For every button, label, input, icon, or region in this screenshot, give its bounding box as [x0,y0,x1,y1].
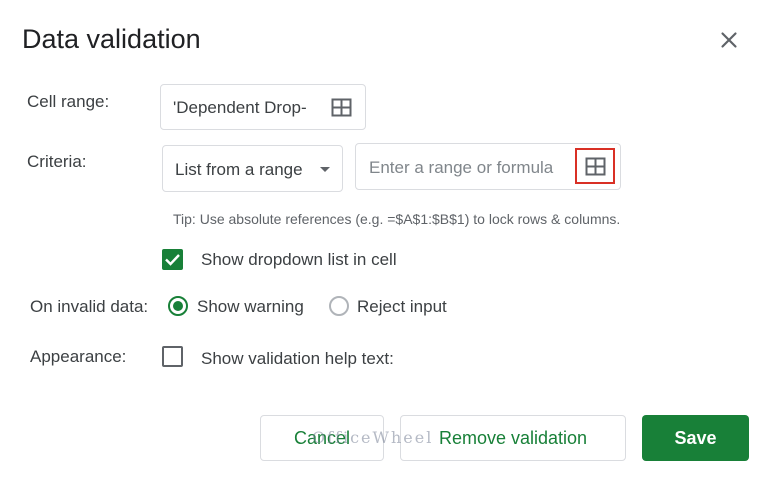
show-dropdown-checkbox[interactable] [162,249,183,270]
grid-select-icon[interactable] [585,156,606,177]
show-dropdown-label: Show dropdown list in cell [201,250,397,269]
reject-input-radio[interactable] [329,296,349,316]
save-button[interactable]: Save [642,415,749,461]
appearance-label: Appearance: [30,347,127,366]
show-warning-radio[interactable] [168,296,188,316]
criteria-range-placeholder: Enter a range or formula [369,158,554,177]
help-text-label: Show validation help text: [201,349,394,368]
invalid-data-label: On invalid data: [30,297,149,316]
close-icon[interactable] [716,27,742,53]
caret-down-icon [320,167,330,172]
criteria-range-input[interactable]: Enter a range or formula [355,143,621,190]
reject-input-label[interactable]: Reject input [357,297,447,317]
help-text-checkbox[interactable] [162,346,183,367]
cell-range-input[interactable]: 'Dependent Drop- [160,84,366,130]
cell-range-value: 'Dependent Drop- [173,98,307,117]
checkmark-icon [165,254,180,266]
watermark-logo: OfficeWheel [312,428,434,447]
remove-validation-button[interactable]: Remove validation [400,415,626,461]
range-select-highlight [575,148,615,184]
criteria-tip: Tip: Use absolute references (e.g. =$A$1… [173,211,621,227]
criteria-type-value: List from a range [175,160,303,179]
dialog-title: Data validation [22,24,201,54]
criteria-type-select[interactable]: List from a range [162,145,343,192]
criteria-label: Criteria: [27,152,87,171]
show-warning-label[interactable]: Show warning [197,297,304,317]
grid-select-icon[interactable] [331,97,352,118]
cell-range-label: Cell range: [27,92,110,111]
